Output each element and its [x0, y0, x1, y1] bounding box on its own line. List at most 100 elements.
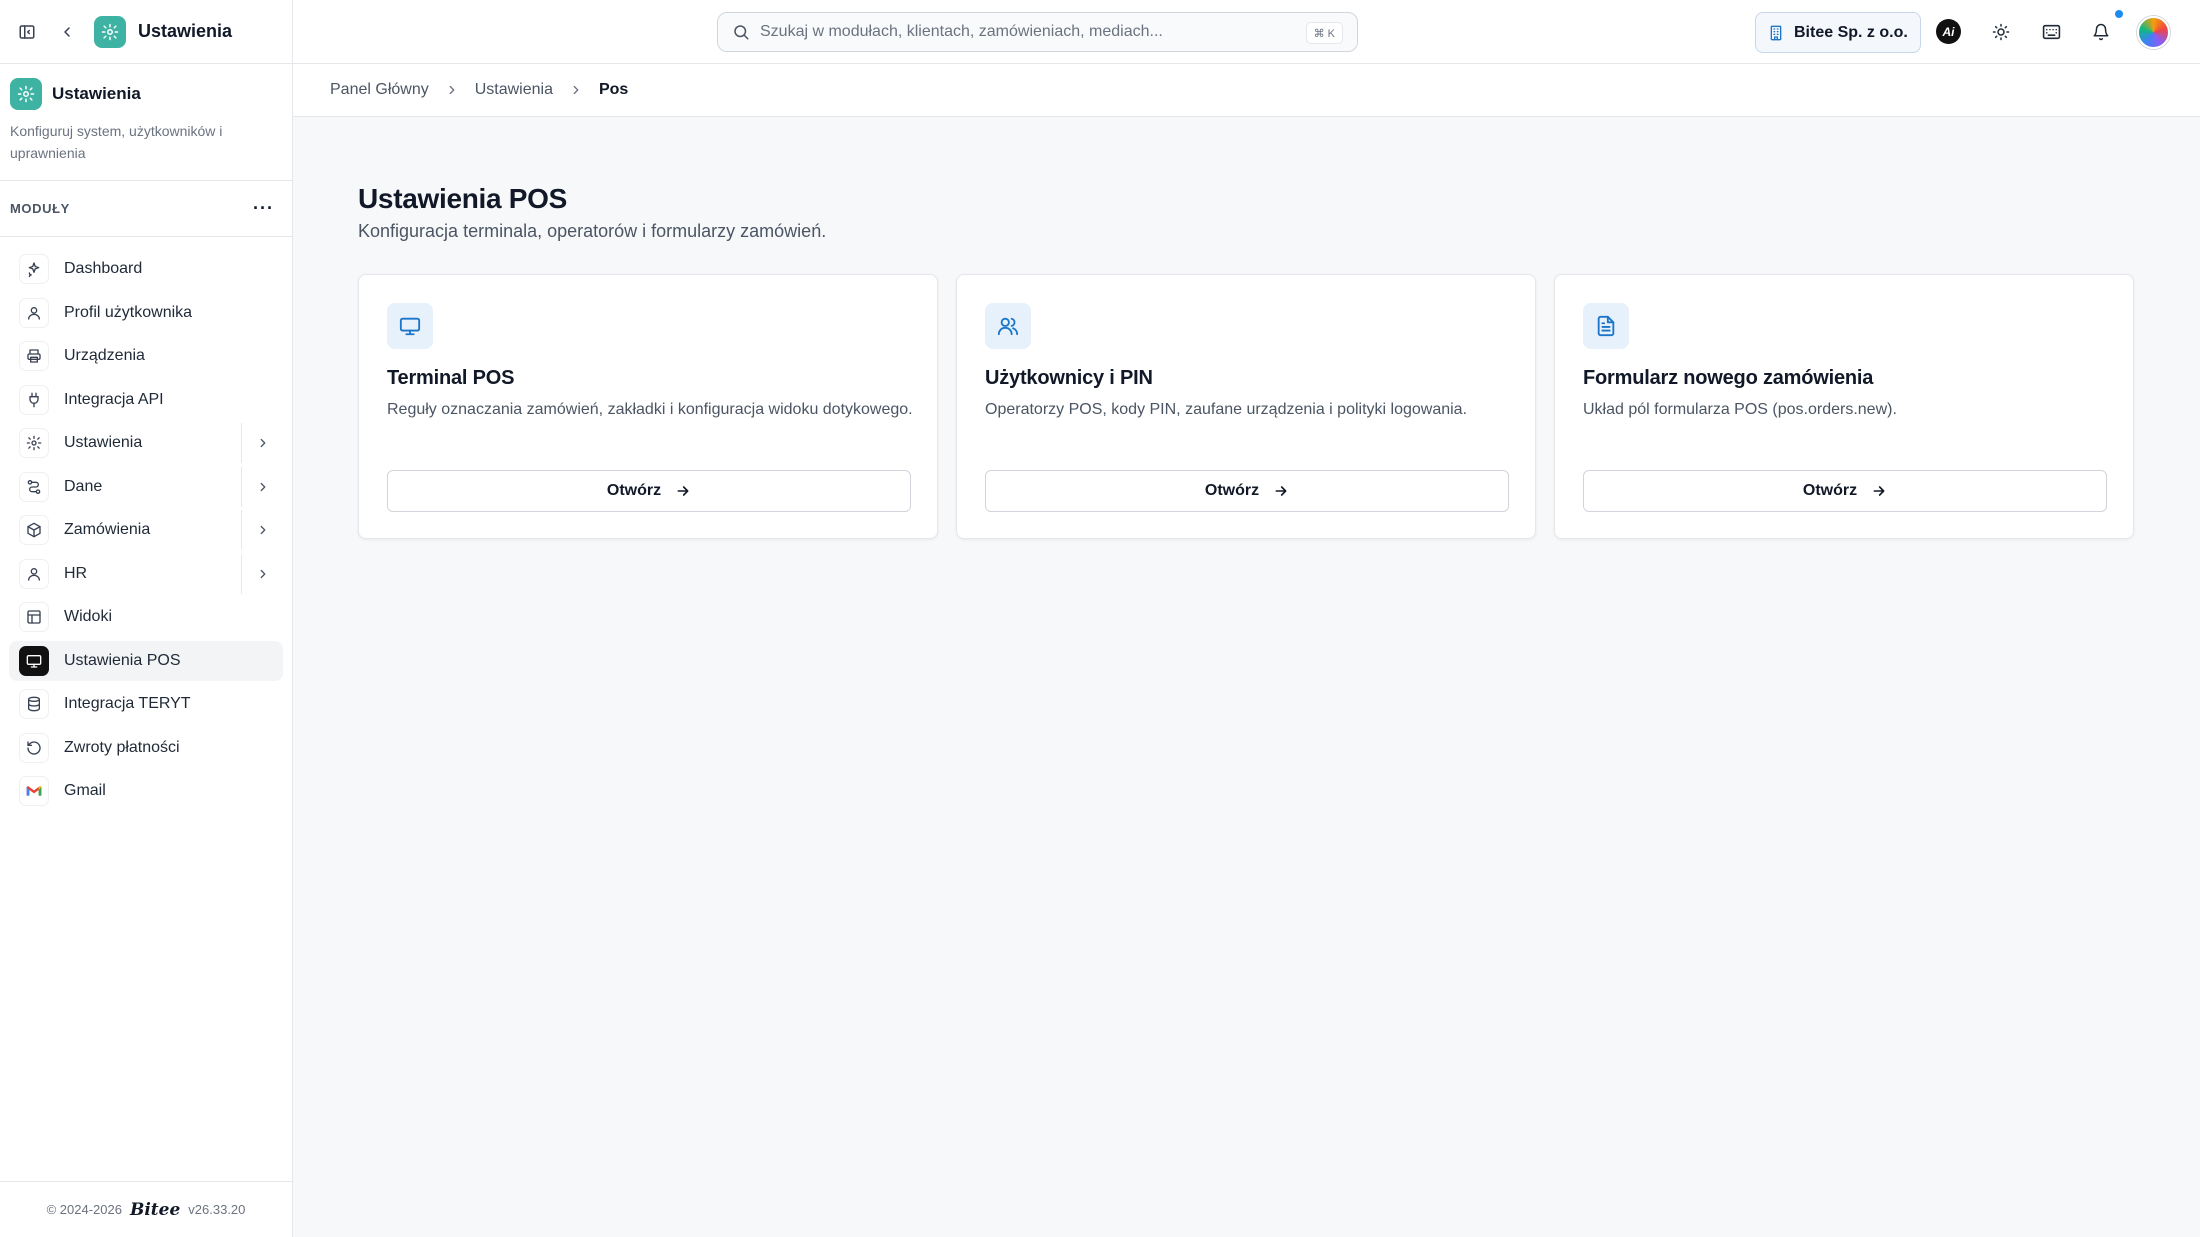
- rotate-ccw-icon: [19, 732, 49, 763]
- notification-dot: [2115, 10, 2123, 18]
- sidebar-toggle-icon[interactable]: [16, 21, 38, 43]
- chevron-right-icon[interactable]: [241, 553, 283, 594]
- global-search[interactable]: ⌘ K: [717, 12, 1358, 52]
- file-text-icon: [1583, 303, 1629, 349]
- card-title: Użytkownicy i PIN: [985, 367, 1153, 389]
- users-icon: [985, 303, 1031, 349]
- sidebar-item-label: Dashboard: [64, 260, 143, 277]
- card-title: Terminal POS: [387, 367, 515, 389]
- sidebar-item-data[interactable]: Dane: [9, 466, 283, 507]
- bell-icon[interactable]: [2089, 20, 2113, 44]
- breadcrumb-item-settings[interactable]: Ustawienia: [475, 81, 553, 99]
- sidebar-item-devices[interactable]: Urządzenia: [9, 336, 283, 376]
- page-subtitle: Konfiguracja terminala, operatorów i for…: [358, 221, 827, 241]
- chevron-right-icon[interactable]: [241, 466, 283, 507]
- sidebar-item-label: Zamówienia: [64, 521, 151, 538]
- monitor-icon: [19, 645, 49, 676]
- arrow-right-icon: [1273, 483, 1289, 499]
- plug-icon: [19, 384, 49, 415]
- sidebar-item-label: HR: [64, 564, 88, 582]
- settings-app-logo: [94, 15, 126, 48]
- sidebar-item-teryt[interactable]: Integracja TERYT: [9, 684, 283, 724]
- monitor-icon: [387, 303, 433, 349]
- open-button[interactable]: Otwórz: [985, 470, 1509, 512]
- arrow-right-icon: [1871, 483, 1887, 499]
- sidebar-module-header: Ustawienia Konfiguruj system, użytkownik…: [0, 64, 292, 181]
- copyright-text: © 2024-2026: [46, 1202, 122, 1217]
- sidebar-item-label: Urządzenia: [64, 347, 145, 364]
- card-users-pin: Użytkownicy i PIN Operatorzy POS, kody P…: [956, 274, 1536, 539]
- breadcrumb: Panel Główny Ustawienia Pos: [293, 64, 2200, 117]
- ai-assistant-icon[interactable]: Ai: [1936, 19, 1961, 44]
- sidebar-item-views[interactable]: Widoki: [9, 597, 283, 637]
- modules-label: MODUŁY: [10, 201, 70, 216]
- card-description: Układ pól formularza POS (pos.orders.new…: [1583, 401, 1897, 418]
- avatar[interactable]: [2137, 16, 2170, 49]
- sidebar-item-orders[interactable]: Zamówienia: [9, 510, 283, 550]
- open-button[interactable]: Otwórz: [387, 470, 911, 512]
- chevron-right-icon: [569, 83, 583, 97]
- more-icon[interactable]: ···: [253, 198, 274, 219]
- sidebar-item-profile[interactable]: Profil użytkownika: [9, 293, 283, 333]
- card-description: Reguły oznaczania zamówień, zakładki i k…: [387, 401, 913, 418]
- database-icon: [19, 689, 49, 719]
- sidebar-item-label: Dane: [64, 477, 103, 495]
- page-title: Ustawienia POS: [358, 183, 567, 214]
- building-icon: [1768, 24, 1784, 42]
- sidebar-item-api[interactable]: Integracja API: [9, 380, 283, 420]
- sidebar-item-refunds[interactable]: Zwroty płatności: [9, 728, 283, 768]
- chevron-right-icon[interactable]: [241, 423, 283, 463]
- company-switcher[interactable]: Bitee Sp. z o.o.: [1755, 12, 1921, 53]
- card-terminal-pos: Terminal POS Reguły oznaczania zamówień,…: [358, 274, 938, 539]
- sun-icon[interactable]: [1989, 20, 2013, 44]
- button-label: Otwórz: [1204, 482, 1260, 499]
- version-text: v26.33.20: [188, 1202, 246, 1217]
- sidebar-item-pos-settings[interactable]: Ustawienia POS: [9, 640, 283, 681]
- breadcrumb-current: Pos: [598, 81, 629, 98]
- card-description: Operatorzy POS, kody PIN, zaufane urządz…: [985, 401, 1468, 418]
- sidebar-item-label: Ustawienia: [64, 434, 143, 451]
- button-label: Otwórz: [606, 482, 662, 499]
- company-name: Bitee Sp. z o.o.: [1794, 23, 1908, 41]
- sidebar-item-label: Integracja API: [64, 390, 164, 408]
- package-icon: [19, 515, 49, 545]
- sidebar-item-settings[interactable]: Ustawienia: [9, 423, 283, 463]
- chevron-right-icon[interactable]: [241, 510, 283, 550]
- user-icon: [19, 558, 49, 589]
- sparkles-icon: [19, 254, 49, 284]
- gear-icon: [10, 78, 42, 110]
- app-title: Ustawienia: [138, 21, 233, 41]
- sidebar: Ustawienia Ustawienia Konfiguruj system,…: [0, 0, 293, 1237]
- sidebar-nav: Dashboard Profil użytkownika Urządzenia …: [0, 237, 292, 811]
- topbar: ⌘ K Bitee Sp. z o.o. Ai: [293, 0, 2200, 64]
- sidebar-footer: © 2024-2026 Bitee v26.33.20: [0, 1181, 292, 1237]
- sidebar-item-label: Ustawienia POS: [64, 651, 181, 669]
- sidebar-item-hr[interactable]: HR: [9, 553, 283, 594]
- sidebar-item-label: Profil użytkownika: [64, 303, 193, 321]
- sidebar-item-dashboard[interactable]: Dashboard: [9, 249, 283, 289]
- card-new-order-form: Formularz nowego zamówienia Układ pól fo…: [1554, 274, 2134, 539]
- chevron-right-icon: [445, 83, 459, 97]
- gmail-icon: [19, 776, 49, 806]
- route-icon: [19, 471, 49, 502]
- breadcrumb-item-dashboard[interactable]: Panel Główny: [330, 81, 429, 99]
- module-description: Konfiguruj system, użytkowników i uprawn…: [10, 123, 223, 161]
- button-label: Otwórz: [1802, 482, 1858, 499]
- gear-icon: [19, 428, 49, 458]
- sidebar-item-label: Gmail: [64, 782, 106, 799]
- layout-icon: [19, 602, 49, 632]
- module-title: Ustawienia: [52, 84, 141, 103]
- sidebar-item-gmail[interactable]: Gmail: [9, 771, 283, 811]
- sidebar-topbar: Ustawienia: [0, 0, 292, 64]
- search-icon: [732, 23, 750, 41]
- open-button[interactable]: Otwórz: [1583, 470, 2107, 512]
- sidebar-item-label: Zwroty płatności: [64, 738, 180, 756]
- sidebar-item-label: Integracja TERYT: [64, 695, 191, 712]
- keyboard-icon[interactable]: [2039, 20, 2063, 44]
- modules-header: MODUŁY ···: [0, 181, 292, 237]
- brand-logo: Bitee: [129, 1199, 181, 1220]
- printer-icon: [19, 341, 49, 371]
- back-icon[interactable]: [56, 21, 78, 43]
- search-input[interactable]: [760, 23, 1300, 41]
- user-icon: [19, 297, 49, 328]
